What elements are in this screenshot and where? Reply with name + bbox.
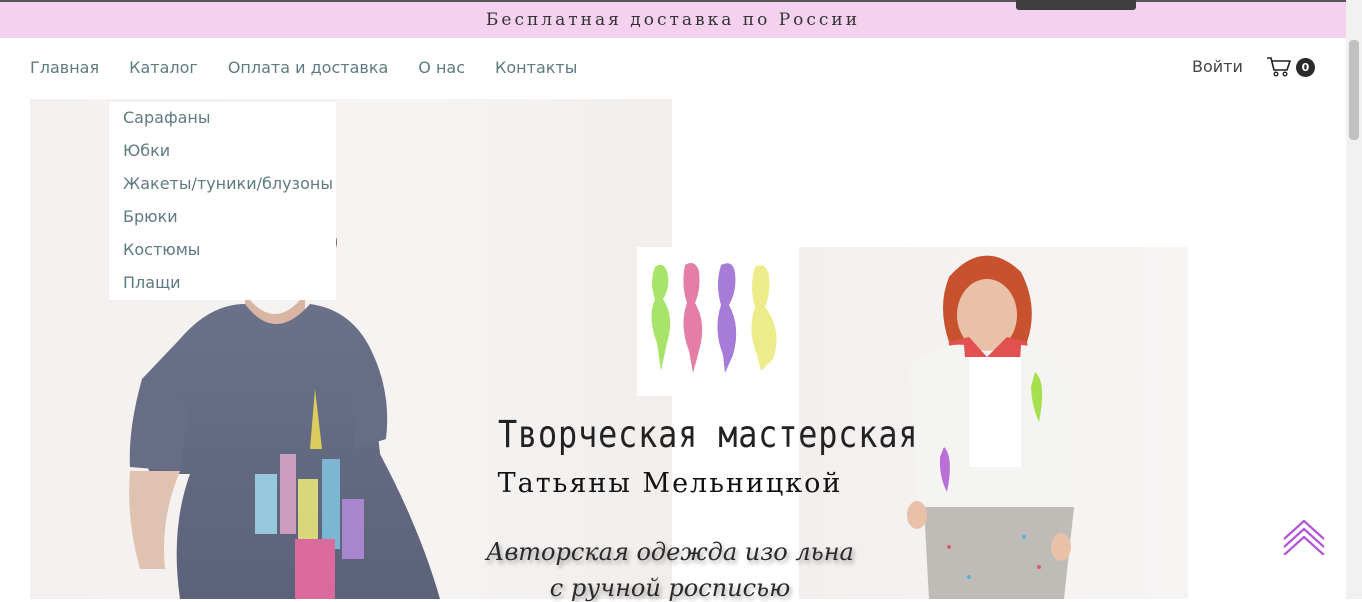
logo-figure bbox=[651, 264, 671, 371]
logo-figure bbox=[683, 263, 703, 373]
announcement-banner: Бесплатная доставка по России bbox=[0, 2, 1346, 38]
main-nav: Главная Каталог Оплата и доставка О нас … bbox=[30, 58, 577, 82]
cart-icon bbox=[1267, 57, 1291, 77]
scrollbar-thumb[interactable] bbox=[1349, 40, 1359, 140]
menu-item-suits[interactable]: Костюмы bbox=[123, 240, 200, 259]
menu-item-jackets[interactable]: Жакеты/туники/блузоны bbox=[123, 174, 333, 193]
hero-slogan-line1: Авторская одежда изо льна bbox=[486, 538, 854, 566]
nav-contacts[interactable]: Контакты bbox=[495, 58, 577, 82]
double-chevron-up-icon bbox=[1283, 519, 1325, 556]
cart-count-badge: 0 bbox=[1296, 58, 1315, 77]
nav-catalog[interactable]: Каталог bbox=[129, 58, 198, 82]
nav-payment-delivery[interactable]: Оплата и доставка bbox=[228, 58, 388, 82]
hero-subtitle: Татьяны Мельницкой bbox=[497, 468, 843, 499]
logo-figure bbox=[717, 263, 737, 373]
menu-item-skirts[interactable]: Юбки bbox=[123, 141, 170, 160]
logo-figure bbox=[751, 265, 777, 371]
catalog-dropdown-menu: Сарафаны Юбки Жакеты/туники/блузоны Брюк… bbox=[109, 102, 336, 300]
cart-button[interactable]: 0 bbox=[1266, 56, 1316, 80]
nav-about[interactable]: О нас bbox=[418, 58, 465, 82]
banner-text: Бесплатная доставка по России bbox=[485, 10, 861, 30]
menu-item-raincoats[interactable]: Плащи bbox=[123, 273, 181, 292]
nav-home[interactable]: Главная bbox=[30, 58, 99, 82]
hero-title: Творческая мастерская bbox=[498, 413, 919, 456]
brand-logo bbox=[637, 247, 799, 396]
menu-item-sarafany[interactable]: Сарафаны bbox=[123, 108, 211, 127]
scroll-to-top-button[interactable] bbox=[1280, 517, 1328, 556]
site-tab bbox=[1016, 0, 1136, 10]
hero-slogan-line2: с ручной росписью bbox=[549, 574, 791, 602]
login-link[interactable]: Войти bbox=[1192, 57, 1243, 76]
menu-item-trousers[interactable]: Брюки bbox=[123, 207, 178, 226]
